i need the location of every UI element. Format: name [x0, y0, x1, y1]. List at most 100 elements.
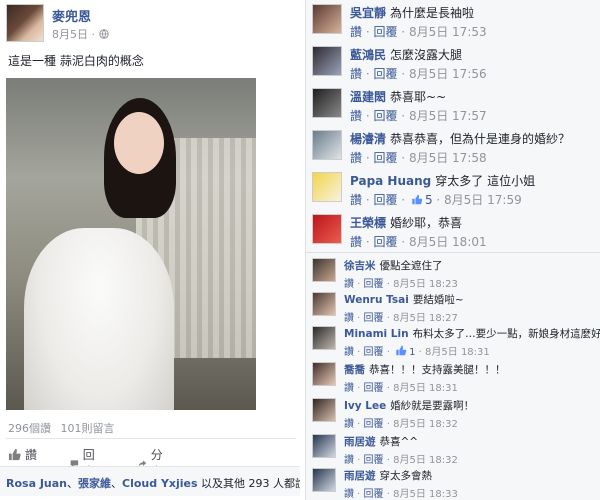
comment-reply-link[interactable]: 回覆	[364, 455, 384, 466]
comment-reply-link[interactable]: 回覆	[364, 279, 384, 290]
comment-date[interactable]: 8月5日	[409, 67, 448, 81]
commenter-name[interactable]: 喬喬	[344, 364, 365, 376]
commenter-name[interactable]: 雨居遊	[344, 470, 376, 482]
comment-date[interactable]: 8月5日	[393, 489, 426, 500]
comment-time[interactable]: 17:56	[452, 67, 487, 81]
comment-time[interactable]: 18:32	[429, 455, 458, 466]
comment-date[interactable]: 8月5日	[393, 279, 426, 290]
post-card: 麥兜恩 8月5日 · 這是一種 蒜泥白肉的概念 296個讚 101則留言 讚 回…	[0, 0, 300, 500]
comment-time[interactable]: 17:58	[452, 151, 487, 165]
comment-date[interactable]: 8月5日	[444, 193, 483, 207]
likes-count[interactable]: 296個讚	[8, 422, 51, 435]
comment-like-link[interactable]: 讚	[350, 25, 362, 39]
comment-reply-link[interactable]: 回覆	[373, 235, 397, 249]
comment-like-link[interactable]: 讚	[350, 235, 362, 249]
post-date[interactable]: 8月5日	[52, 28, 88, 41]
comment-reply-link[interactable]: 回覆	[364, 313, 384, 324]
comment-like-count[interactable]: 1	[393, 345, 415, 358]
commenter-avatar[interactable]	[312, 468, 336, 492]
comment-time[interactable]: 18:31	[429, 383, 458, 394]
commenter-avatar[interactable]	[312, 130, 342, 160]
comment-reply-link[interactable]: 回覆	[364, 383, 384, 394]
comment-like-link[interactable]: 讚	[344, 383, 354, 394]
comment-date[interactable]: 8月5日	[393, 455, 426, 466]
comment-like-link[interactable]: 讚	[344, 489, 354, 500]
comments-count[interactable]: 101則留言	[61, 422, 115, 435]
comment-date[interactable]: 8月5日	[409, 109, 448, 123]
commenter-name[interactable]: 楊濬清	[350, 132, 386, 146]
commenter-avatar[interactable]	[312, 46, 342, 76]
comment-time[interactable]: 18:31	[461, 347, 490, 358]
post-meta: 8月5日 ·	[52, 26, 109, 42]
comment-time[interactable]: 17:59	[487, 193, 522, 207]
liker-name[interactable]: Cloud Yxjies	[122, 477, 198, 490]
commenter-name[interactable]: 雨居遊	[344, 436, 376, 448]
comment-date[interactable]: 8月5日	[393, 313, 426, 324]
comment-meta: 讚 · 回覆 · 8月5日 18:01	[350, 235, 487, 249]
liker-name[interactable]: 張家維	[78, 477, 111, 490]
commenter-avatar[interactable]	[312, 362, 336, 386]
comment-like-link[interactable]: 讚	[350, 67, 362, 81]
commenter-avatar[interactable]	[312, 88, 342, 118]
comment-reply-link[interactable]: 回覆	[373, 109, 397, 123]
comment-time[interactable]: 18:23	[429, 279, 458, 290]
comment-time[interactable]: 17:53	[452, 25, 487, 39]
comment-date[interactable]: 8月5日	[393, 419, 426, 430]
post-author-name[interactable]: 麥兜恩	[52, 6, 91, 25]
comment-like-link[interactable]: 讚	[350, 109, 362, 123]
comment-like-link[interactable]: 讚	[344, 347, 354, 358]
author-avatar[interactable]	[6, 4, 44, 42]
commenter-name[interactable]: 藍鴻民	[350, 48, 386, 62]
commenter-avatar[interactable]	[312, 434, 336, 458]
comment-date[interactable]: 8月5日	[409, 25, 448, 39]
comment-like-count[interactable]: 5	[409, 193, 433, 207]
comment-reply-link[interactable]: 回覆	[364, 419, 384, 430]
commenter-name[interactable]: 溫建閎	[350, 90, 386, 104]
commenter-avatar[interactable]	[312, 214, 342, 244]
commenter-avatar[interactable]	[312, 398, 336, 422]
comment-reply-link[interactable]: 回覆	[373, 67, 397, 81]
commenter-name[interactable]: Papa Huang	[350, 174, 431, 188]
comment-meta: 讚 · 回覆 · 8月5日 17:58	[350, 151, 487, 165]
comment-reply-link[interactable]: 回覆	[373, 25, 397, 39]
comment-date[interactable]: 8月5日	[409, 235, 448, 249]
comment-time[interactable]: 18:32	[429, 419, 458, 430]
liker-name[interactable]: Rosa Juan	[6, 477, 67, 490]
commenter-name[interactable]: 王榮標	[350, 216, 386, 230]
commenter-name[interactable]: Ivy Lee	[344, 400, 386, 412]
comment-date[interactable]: 8月5日	[409, 151, 448, 165]
comment-date[interactable]: 8月5日	[393, 383, 426, 394]
commenter-avatar[interactable]	[312, 326, 336, 350]
comment-like-link[interactable]: 讚	[344, 455, 354, 466]
comment-time[interactable]: 17:57	[452, 109, 487, 123]
commenter-avatar[interactable]	[312, 4, 342, 34]
commenter-name[interactable]: Wenru Tsai	[344, 294, 409, 306]
like-button[interactable]: 讚	[8, 446, 37, 463]
comment-like-link[interactable]: 讚	[350, 151, 362, 165]
comment-reply-link[interactable]: 回覆	[373, 193, 397, 207]
likes-tail[interactable]: 以及其他 293 人都說讚	[198, 477, 300, 490]
comment-body: Minami Lin 布料太多了…要少一點，新娘身材這麼好!!! 讚 · 回覆 · …	[344, 326, 600, 358]
liker-separator: 、	[67, 477, 79, 490]
comment-like-link[interactable]: 讚	[344, 279, 354, 290]
post-photo[interactable]	[6, 78, 256, 410]
comment-like-link[interactable]: 讚	[344, 313, 354, 324]
comment-like-link[interactable]: 讚	[350, 193, 362, 207]
commenter-name[interactable]: Minami Lin	[344, 328, 409, 340]
comment-reply-link[interactable]: 回覆	[364, 489, 384, 500]
commenter-avatar[interactable]	[312, 172, 342, 202]
commenter-avatar[interactable]	[312, 258, 336, 282]
commenter-avatar[interactable]	[312, 292, 336, 316]
comment-like-link[interactable]: 讚	[344, 419, 354, 430]
comments-divider	[305, 252, 600, 253]
comment-time[interactable]: 18:27	[429, 313, 458, 324]
comment-time[interactable]: 18:33	[429, 489, 458, 500]
globe-icon[interactable]	[98, 29, 109, 39]
comment-body: 雨居遊 穿太多會熱讚 · 回覆 · 8月5日 18:33	[344, 468, 458, 500]
comment-date[interactable]: 8月5日	[425, 347, 458, 358]
comment-time[interactable]: 18:01	[452, 235, 487, 249]
commenter-name[interactable]: 吳宜靜	[350, 6, 386, 20]
comment-reply-link[interactable]: 回覆	[373, 151, 397, 165]
comment-reply-link[interactable]: 回覆	[364, 347, 384, 358]
commenter-name[interactable]: 徐吉米	[344, 260, 376, 272]
